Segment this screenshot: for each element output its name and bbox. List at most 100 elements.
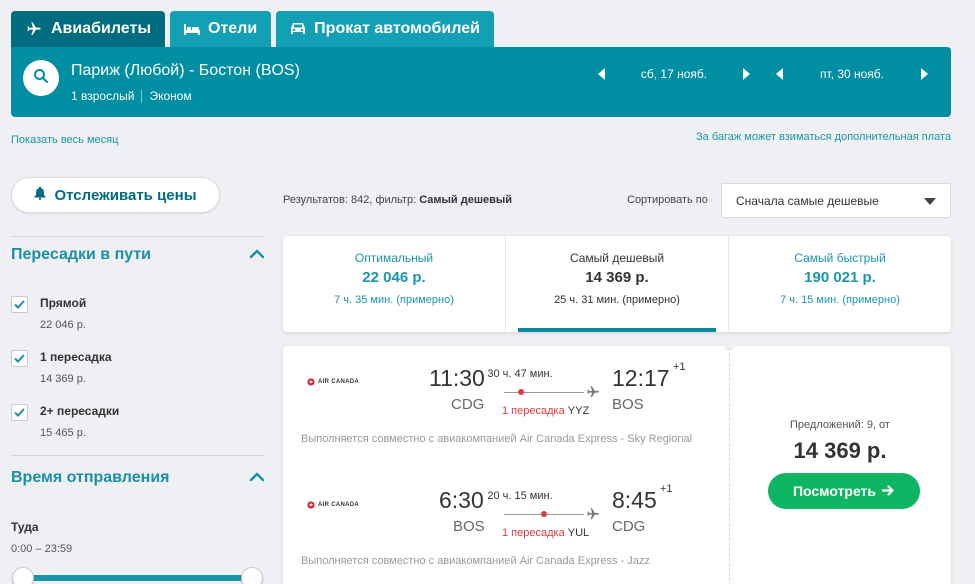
airline-logo: AIR CANADA (307, 501, 359, 509)
results-filter-name: Самый дешевый (419, 194, 513, 206)
stops-info: 1 пересадка YUL (502, 527, 589, 539)
baggage-fee-link[interactable]: За багаж может взиматься дополнительная … (696, 131, 951, 143)
stops-option-price: 22 046 р. (40, 319, 86, 331)
tab-duration: 7 ч. 15 мин. (примерно) (780, 294, 900, 306)
search-button[interactable] (23, 60, 59, 96)
checkmark-icon (14, 300, 25, 309)
tab-best[interactable]: Оптимальный 22 046 р. 7 ч. 35 мин. (прим… (283, 236, 505, 332)
chevron-left-icon (776, 68, 783, 80)
stops-filter-header: Пересадки в пути (11, 246, 265, 264)
track-prices-label: Отслеживать цены (54, 186, 197, 204)
offers-count: Предложений: 9, от (790, 419, 890, 431)
stops-filter-title: Пересадки в пути (11, 246, 152, 263)
chevron-up-icon[interactable] (249, 246, 265, 264)
stops-count: 1 пересадка (502, 527, 565, 539)
divider (729, 348, 730, 584)
slider-handle-max[interactable] (241, 567, 263, 584)
product-tabs: Авиабилеты Отели Прокат автомобилей (11, 11, 494, 47)
sort-value: Сначала самые дешевые (736, 193, 879, 208)
stops-option-price: 15 465 р. (40, 427, 86, 439)
search-icon (33, 68, 49, 89)
flight-result-card[interactable]: AIR CANADA 11:30 CDG 30 ч. 47 мин. 1 пер… (283, 340, 951, 584)
stops-direct-checkbox[interactable] (11, 296, 28, 313)
tab-car-rental-label: Прокат автомобилей (314, 20, 480, 37)
return-date[interactable]: пт, 30 нояб. (787, 67, 917, 81)
prev-depart-date-button[interactable] (595, 67, 609, 81)
codeshare-note: Выполняется совместно с авиакомпанией Ai… (301, 555, 650, 567)
flight-duration: 20 ч. 15 мин. (487, 490, 553, 502)
stop-airport-code: YYZ (567, 405, 590, 417)
route-text[interactable]: Париж (Любой) - Бостон (BOS) (71, 62, 300, 80)
departure-filter-header: Время отправления (11, 469, 265, 487)
tab-duration: 25 ч. 31 мин. (примерно) (554, 294, 680, 306)
show-month-link[interactable]: Показать весь месяц (11, 134, 118, 146)
route-line (504, 392, 584, 393)
tab-cheapest[interactable]: Самый дешевый 14 369 р. 25 ч. 31 мин. (п… (505, 236, 728, 332)
car-icon (290, 22, 306, 36)
stops-option-price: 14 369 р. (40, 373, 86, 385)
airline-name: AIR CANADA (318, 379, 359, 385)
slider-handle-min[interactable] (12, 567, 34, 584)
stops-two-plus-checkbox[interactable] (11, 404, 28, 421)
depart-date[interactable]: сб, 17 нояб. (609, 67, 739, 81)
result-price: 14 369 р. (793, 438, 887, 463)
stops-option-label: 2+ пересадки (40, 404, 120, 418)
next-return-date-button[interactable] (917, 67, 931, 81)
maple-leaf-icon (307, 378, 315, 386)
stops-info: 1 пересадка YYZ (502, 405, 589, 417)
stops-option-two-plus: 2+ пересадки 15 465 р. (11, 404, 119, 439)
departure-outbound-label: Туда (11, 520, 39, 534)
next-depart-date-button[interactable] (739, 67, 753, 81)
tab-duration: 7 ч. 35 мин. (примерно) (334, 294, 454, 306)
view-deal-label: Посмотреть (792, 483, 877, 499)
day-offset: +1 (660, 483, 673, 495)
flight-duration: 30 ч. 47 мин. (487, 368, 553, 380)
travelers-summary[interactable]: 1 взрослый Эконом (71, 89, 192, 103)
depart-date-picker: сб, 17 нояб. (595, 67, 753, 81)
plane-icon (25, 21, 43, 37)
stop-dot (518, 389, 524, 395)
arrive-time: 8:45 (612, 487, 657, 513)
results-summary: Результатов: 842, фильтр: Самый дешевый (283, 194, 512, 206)
return-date-picker: пт, 30 нояб. (773, 67, 931, 81)
tab-hotels[interactable]: Отели (169, 11, 272, 47)
divider (141, 89, 143, 103)
stops-option-one: 1 пересадка 14 369 р. (11, 350, 112, 385)
stops-option-direct: Прямой 22 046 р. (11, 296, 86, 331)
sort-label: Сортировать по (627, 194, 708, 206)
tab-title: Оптимальный (354, 251, 434, 265)
chevron-right-icon (921, 68, 928, 80)
tab-car-rental[interactable]: Прокат автомобилей (276, 11, 494, 47)
plane-icon (587, 508, 599, 520)
divider (11, 455, 265, 456)
departure-time-slider[interactable] (23, 575, 253, 581)
tab-hotels-label: Отели (207, 20, 258, 37)
tab-fastest[interactable]: Самый быстрый 190 021 р. 7 ч. 15 мин. (п… (728, 236, 951, 332)
stop-dot (541, 511, 547, 517)
tab-title: Самый дешевый (569, 251, 665, 265)
stops-one-checkbox[interactable] (11, 350, 28, 367)
depart-airport-code: CDG (451, 396, 485, 413)
view-deal-button[interactable]: Посмотреть (768, 473, 920, 509)
passengers-text: 1 взрослый (71, 89, 135, 103)
caret-down-icon (924, 194, 936, 208)
price-sort-tabs: Оптимальный 22 046 р. 7 ч. 35 мин. (прим… (283, 236, 951, 332)
cabin-text: Эконом (149, 89, 192, 103)
tab-price: 190 021 р. (804, 269, 876, 286)
chevron-left-icon (598, 68, 605, 80)
tab-flights[interactable]: Авиабилеты (11, 11, 165, 47)
depart-airport-code: BOS (453, 518, 485, 535)
stops-count: 1 пересадка (502, 405, 565, 417)
maple-leaf-icon (307, 501, 315, 509)
airline-logo: AIR CANADA (307, 378, 359, 386)
prev-return-date-button[interactable] (773, 67, 787, 81)
track-prices-button[interactable]: Отслеживать цены (11, 177, 220, 213)
search-summary-bar: Париж (Любой) - Бостон (BOS) 1 взрослый … (11, 47, 951, 117)
results-count: Результатов: 842, фильтр: (283, 194, 420, 206)
chevron-up-icon[interactable] (249, 469, 265, 487)
checkmark-icon (14, 354, 25, 363)
stop-airport-code: YUL (567, 527, 590, 539)
stops-option-label: Прямой (40, 296, 87, 310)
sort-dropdown[interactable]: Сначала самые дешевые (721, 183, 951, 218)
arrive-airport-code: CDG (612, 518, 646, 535)
